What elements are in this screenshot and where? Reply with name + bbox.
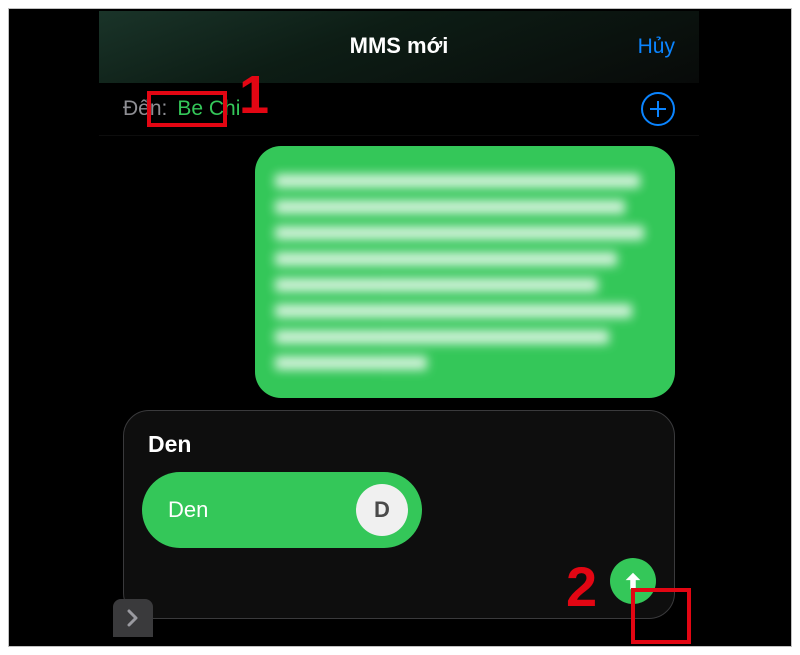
cancel-button[interactable]: Hủy <box>638 35 675 59</box>
contact-card-title: Den <box>148 431 656 458</box>
compose-header: MMS mới Hủy <box>99 11 699 83</box>
recipient-value[interactable]: Be Chi <box>177 97 240 121</box>
recipient-label: Đến: <box>123 97 167 121</box>
add-contact-button[interactable] <box>641 92 675 126</box>
outgoing-message-bubble <box>255 146 675 398</box>
blurred-message-content <box>275 174 655 370</box>
attachment-area: Den Den D <box>99 398 699 637</box>
arrow-up-icon <box>622 570 644 592</box>
annotation-number-1: 1 <box>239 64 269 126</box>
message-area <box>99 136 699 398</box>
recipient-row[interactable]: Đến: Be Chi <box>99 83 699 136</box>
expand-apps-button[interactable] <box>113 599 153 637</box>
annotation-number-2: 2 <box>566 554 597 619</box>
tutorial-frame: MMS mới Hủy Đến: Be Chi <box>8 8 792 647</box>
phone-screen: MMS mới Hủy Đến: Be Chi <box>99 11 699 646</box>
contact-chip-name: Den <box>168 497 340 523</box>
send-button[interactable] <box>610 558 656 604</box>
contact-chip[interactable]: Den D <box>142 472 422 548</box>
chevron-right-icon <box>126 609 140 627</box>
header-title: MMS mới <box>350 33 449 59</box>
contact-avatar: D <box>356 484 408 536</box>
